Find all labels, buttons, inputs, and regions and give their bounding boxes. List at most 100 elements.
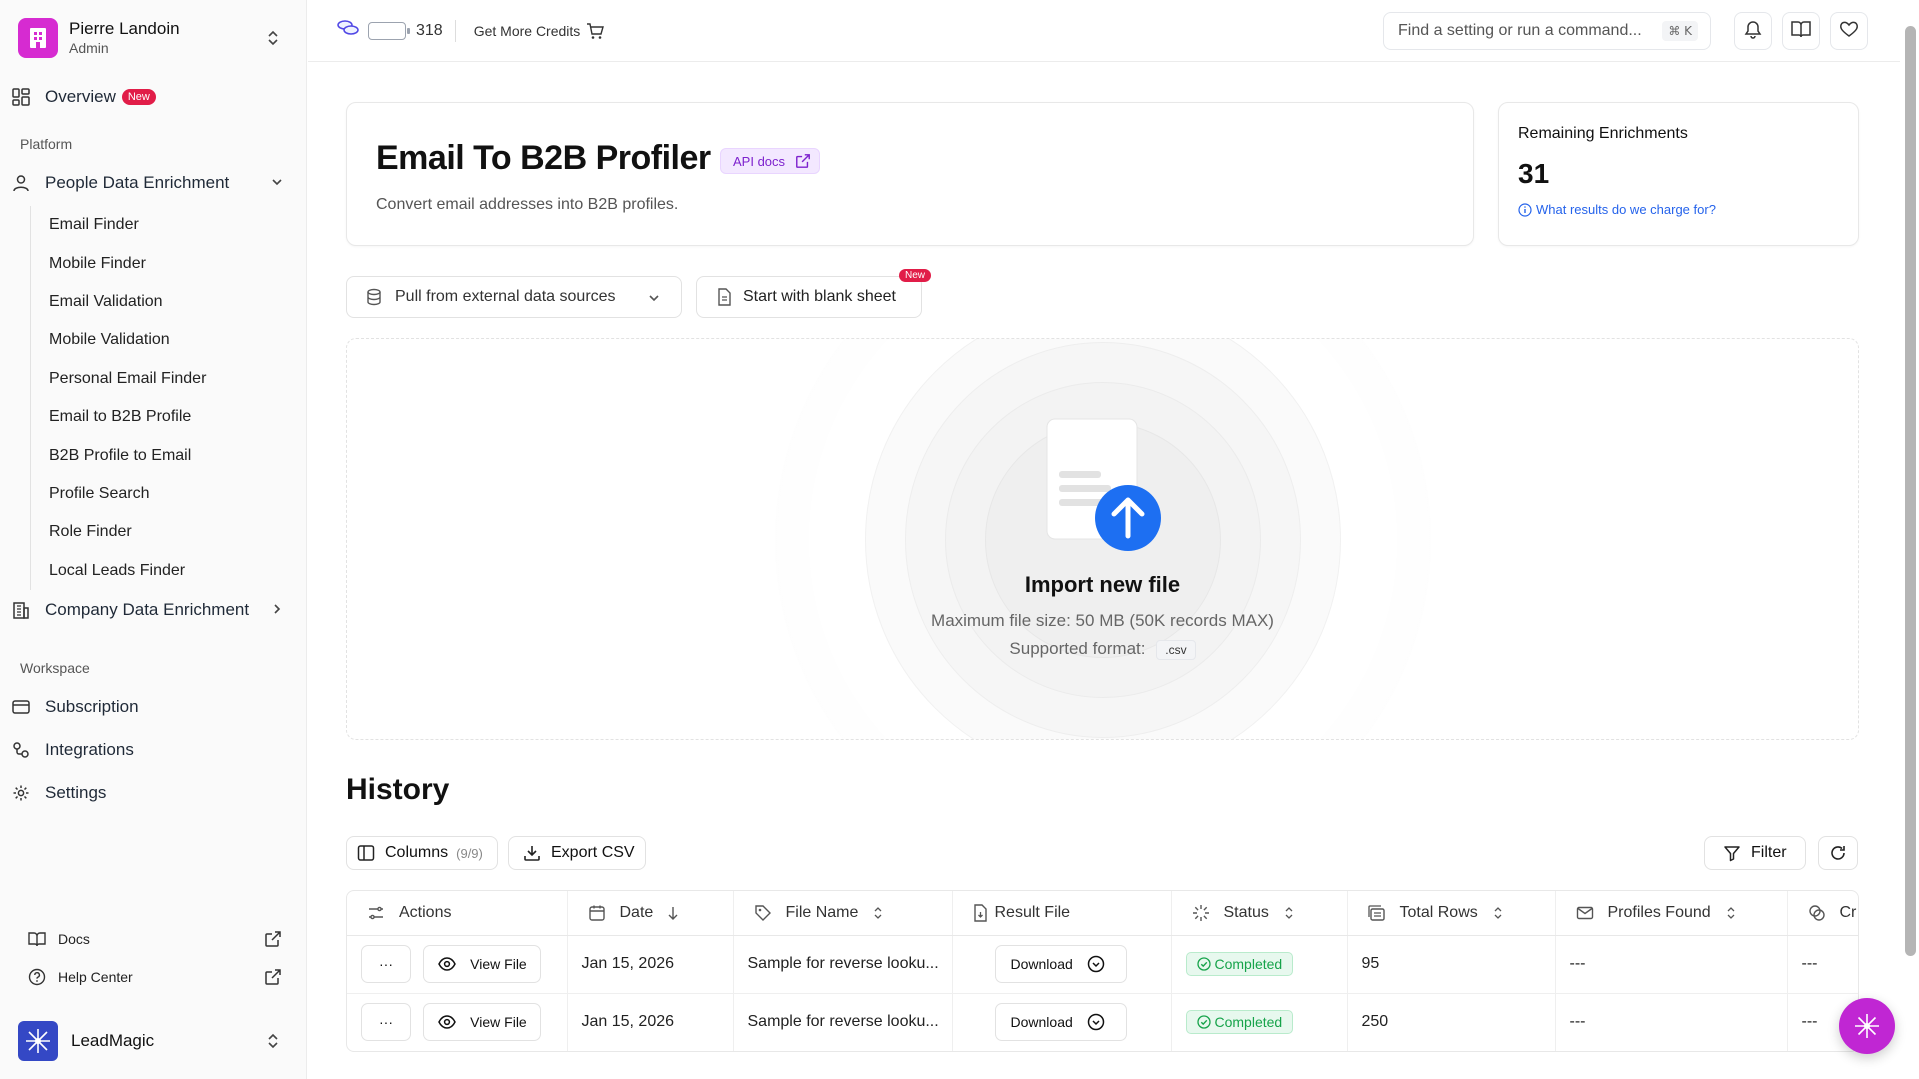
docs-link[interactable]: Docs xyxy=(28,930,282,948)
file-upload-icon xyxy=(1045,417,1161,551)
coins-icon xyxy=(336,18,360,43)
nav-settings-label: Settings xyxy=(45,783,107,802)
columns-button[interactable]: Columns (9/9) xyxy=(346,836,498,870)
charge-info-label: What results do we charge for? xyxy=(1536,202,1716,217)
cell-result-file: Download xyxy=(952,935,1172,994)
nav-overview[interactable]: Overview New xyxy=(10,84,294,110)
book-open-icon xyxy=(1791,19,1811,44)
nav-local-leads-finder[interactable]: Local Leads Finder xyxy=(31,552,290,590)
sparkle-icon xyxy=(1852,1011,1882,1041)
col-file-name[interactable]: File Name xyxy=(733,891,953,936)
status-badge: Completed xyxy=(1185,1010,1294,1034)
tag-icon xyxy=(754,904,772,922)
external-sources-dropdown[interactable]: Pull from external data sources xyxy=(346,276,682,318)
command-search-input[interactable]: Find a setting or run a command... ⌘ K xyxy=(1383,12,1711,50)
blank-sheet-label: Start with blank sheet xyxy=(743,288,896,305)
col-status[interactable]: Status xyxy=(1171,891,1348,936)
download-icon xyxy=(523,844,541,862)
nav-integrations[interactable]: Integrations xyxy=(10,737,294,763)
credit-card-icon xyxy=(10,696,32,718)
charge-info-link[interactable]: What results do we charge for? xyxy=(1518,202,1716,217)
api-docs-link[interactable]: API docs xyxy=(720,148,821,174)
docs-button[interactable] xyxy=(1782,12,1820,50)
download-button[interactable]: Download xyxy=(994,945,1127,983)
file-icon xyxy=(715,288,733,306)
table-row: ··· View File Jan 15, 2026 Sample for re… xyxy=(347,935,1858,994)
actions-icon xyxy=(367,904,385,922)
format-label: Supported format: xyxy=(1009,639,1146,658)
favorites-button[interactable] xyxy=(1830,12,1868,50)
check-circle-icon xyxy=(1196,1015,1211,1029)
import-format: Supported format: .csv xyxy=(347,639,1858,660)
nav-mobile-validation[interactable]: Mobile Validation xyxy=(31,321,290,359)
eye-icon xyxy=(438,1015,457,1029)
col-actions: Actions xyxy=(347,891,568,936)
file-dropzone[interactable]: Import new file Maximum file size: 50 MB… xyxy=(346,338,1859,740)
nav-personal-email-finder[interactable]: Personal Email Finder xyxy=(31,360,290,398)
help-center-link[interactable]: Help Center xyxy=(28,968,282,986)
chevron-circle-icon xyxy=(1087,1013,1105,1031)
shortcut-hint: ⌘ K xyxy=(1662,21,1698,41)
view-file-button[interactable]: View File xyxy=(423,945,542,983)
nav-subscription[interactable]: Subscription xyxy=(10,694,294,720)
page-subtitle: Convert email addresses into B2B profile… xyxy=(376,196,679,213)
nav-profile-search[interactable]: Profile Search xyxy=(31,475,290,513)
cell-file-name: Sample for reverse looku... xyxy=(733,935,953,994)
export-csv-button[interactable]: Export CSV xyxy=(508,836,646,870)
cell-profiles-found: --- xyxy=(1555,935,1788,994)
chevron-down-icon xyxy=(647,291,661,305)
external-link-icon xyxy=(264,930,282,948)
credits-count: 318 xyxy=(416,21,443,39)
building-icon xyxy=(10,599,32,621)
divider xyxy=(454,19,456,42)
dashboard-icon xyxy=(10,86,32,108)
nav-email-validation[interactable]: Email Validation xyxy=(31,283,290,321)
cart-icon xyxy=(586,22,605,40)
col-result-file-label: Result File xyxy=(994,903,1071,921)
nav-email-to-b2b-profile[interactable]: Email to B2B Profile xyxy=(31,398,290,436)
col-profiles-found[interactable]: Profiles Found xyxy=(1555,891,1788,936)
status-label: Completed xyxy=(1214,956,1283,972)
blank-sheet-button[interactable]: Start with blank sheet New xyxy=(696,269,931,318)
view-file-button[interactable]: View File xyxy=(423,1003,542,1041)
col-total-rows[interactable]: Total Rows xyxy=(1347,891,1556,936)
row-more-button[interactable]: ··· xyxy=(361,945,411,983)
nav-company-data-enrichment[interactable]: Company Data Enrichment xyxy=(10,597,294,623)
page-scrollbar[interactable] xyxy=(1905,26,1916,956)
col-date[interactable]: Date xyxy=(567,891,734,936)
arrow-down-icon xyxy=(667,905,679,921)
cell-file-name: Sample for reverse looku... xyxy=(733,993,953,1051)
nav-people-label: People Data Enrichment xyxy=(45,173,230,192)
workspace-switcher[interactable]: LeadMagic xyxy=(18,1021,290,1061)
row-more-button[interactable]: ··· xyxy=(361,1003,411,1041)
nav-people-data-enrichment[interactable]: People Data Enrichment xyxy=(10,170,294,196)
nav-mobile-finder[interactable]: Mobile Finder xyxy=(31,244,290,282)
download-button[interactable]: Download xyxy=(994,1003,1127,1041)
assistant-button[interactable] xyxy=(1839,998,1895,1054)
coins-icon xyxy=(1808,904,1826,922)
leadmagic-logo xyxy=(18,1021,58,1061)
user-switcher[interactable]: Pierre Landoin Admin xyxy=(18,18,290,58)
integrations-icon xyxy=(10,739,32,761)
cell-status: Completed xyxy=(1171,935,1348,994)
get-more-credits-button[interactable]: Get More Credits xyxy=(474,22,605,40)
remaining-enrichments-title: Remaining Enrichments xyxy=(1518,125,1688,142)
col-credits-label: Cr xyxy=(1839,903,1857,921)
nav-role-finder[interactable]: Role Finder xyxy=(31,513,290,551)
nav-b2b-profile-to-email[interactable]: B2B Profile to Email xyxy=(31,436,290,474)
nav-settings[interactable]: Settings xyxy=(10,780,294,806)
cell-actions: ··· View File xyxy=(347,935,568,994)
filter-label: Filter xyxy=(1751,844,1787,861)
search-placeholder: Find a setting or run a command... xyxy=(1398,22,1642,39)
notifications-button[interactable] xyxy=(1734,12,1772,50)
info-icon xyxy=(1518,202,1532,217)
col-credits[interactable]: Cr xyxy=(1787,891,1858,936)
cell-result-file: Download xyxy=(952,993,1172,1051)
nav-email-finder[interactable]: Email Finder xyxy=(31,206,290,244)
refresh-button[interactable] xyxy=(1818,836,1858,870)
new-badge: New xyxy=(121,89,156,105)
nav-integrations-label: Integrations xyxy=(45,740,134,759)
sidebar: Pierre Landoin Admin Overview New Platfo… xyxy=(0,0,307,1079)
credits-indicator[interactable]: 318 Get More Credits xyxy=(336,18,605,43)
filter-button[interactable]: Filter xyxy=(1704,836,1806,870)
